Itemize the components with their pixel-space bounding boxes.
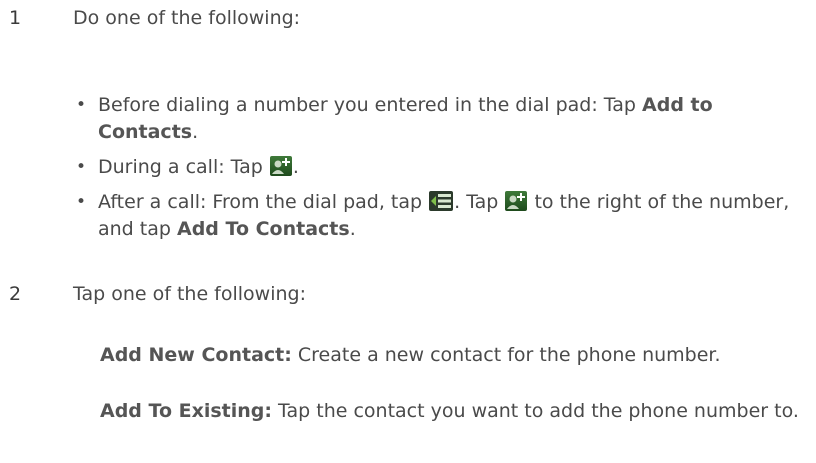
add-contact-icon	[505, 191, 528, 211]
add-to-contacts-label: Add To Contacts	[176, 218, 350, 240]
add-contact-icon	[269, 156, 292, 176]
option-label: Add To Existing:	[100, 400, 273, 422]
step-1-number: 1	[9, 7, 22, 29]
bullet-2-text: During a call: Tap	[98, 156, 269, 178]
bullet-3-text: After a call: From the dial pad, tap	[98, 191, 429, 213]
bullet-during-call: During a call: Tap .	[76, 154, 806, 181]
call-log-menu-icon	[429, 191, 454, 211]
option-add-new-contact: Add New Contact: Create a new contact fo…	[100, 342, 800, 369]
bullet-after-call: After a call: From the dial pad, tap . T…	[76, 189, 806, 243]
step-1-intro: Do one of the following:	[73, 7, 301, 29]
step-2-number: 2	[9, 283, 22, 305]
bullet-1-text: Before dialing a number you entered in t…	[98, 94, 643, 116]
bullet-3-mid1: . Tap	[454, 191, 505, 213]
step-2-intro: Tap one of the following:	[73, 283, 306, 305]
bullet-1-end: .	[192, 121, 199, 143]
bullet-before-dialing: Before dialing a number you entered in t…	[76, 92, 806, 146]
bullet-3-end: .	[349, 218, 356, 240]
step-1-bullet-list: Before dialing a number you entered in t…	[76, 92, 806, 251]
option-add-to-existing: Add To Existing: Tap the contact you wan…	[100, 398, 800, 425]
bullet-2-end: .	[292, 156, 299, 178]
option-description: Tap the contact you want to add the phon…	[272, 400, 799, 422]
option-label: Add New Contact:	[100, 344, 292, 366]
option-description: Create a new contact for the phone numbe…	[291, 344, 721, 366]
